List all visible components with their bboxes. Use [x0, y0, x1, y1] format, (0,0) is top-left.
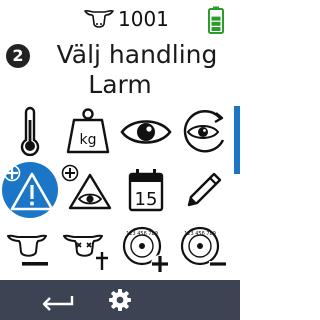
scrollbar[interactable]: [234, 106, 240, 174]
cow-head-icon: [84, 9, 114, 28]
action-grid: kg 15 123 456 789 123 456 789: [0, 104, 236, 280]
settings-button[interactable]: [104, 284, 136, 316]
battery-segment: [211, 21, 221, 26]
animal-id: 1001: [118, 7, 169, 31]
calendar-icon: 15: [128, 169, 164, 212]
gear-icon: [109, 289, 131, 311]
calendar-day-label: 15: [135, 189, 158, 210]
eye-warning-add-icon: [61, 164, 112, 210]
cow-deceased-icon: [63, 234, 108, 270]
eye-refresh-icon: [183, 110, 225, 153]
weight-kg-label: kg: [80, 132, 97, 148]
page-header: 2 Välj handling Larm: [0, 38, 240, 102]
battery-icon: [208, 6, 224, 34]
action-weight[interactable]: kg: [60, 104, 116, 160]
action-remove-animal[interactable]: [2, 222, 58, 278]
action-observe-alarm[interactable]: [60, 162, 116, 218]
tag-remove-icon: 123 456 789: [180, 226, 227, 267]
pencil-icon: [187, 172, 222, 207]
status-bar: 1001: [0, 0, 240, 36]
alarm-warning-add-icon: [3, 164, 54, 211]
action-edit[interactable]: [176, 162, 232, 218]
tag-add-number: 123 456 789: [126, 231, 158, 237]
cow-remove-icon: [7, 234, 48, 266]
tag-add-icon: 123 456 789: [122, 226, 169, 273]
action-remove-tag[interactable]: 123 456 789: [176, 222, 232, 278]
action-thermometer[interactable]: [2, 104, 58, 160]
step-number-badge: 2: [6, 44, 30, 68]
thermometer-icon: [20, 106, 40, 157]
eye-icon: [120, 120, 172, 144]
back-button[interactable]: [36, 284, 80, 316]
action-deceased-animal[interactable]: [60, 222, 116, 278]
action-alarm[interactable]: [2, 162, 58, 218]
action-observe[interactable]: [118, 104, 174, 160]
page-subtitle: Larm: [88, 70, 152, 99]
weight-kg-icon: kg: [66, 108, 110, 154]
battery-segment: [211, 16, 221, 21]
action-calendar[interactable]: 15: [118, 162, 174, 218]
bottom-bar: [0, 280, 240, 320]
action-add-tag[interactable]: 123 456 789: [118, 222, 174, 278]
action-re-observe[interactable]: [176, 104, 232, 160]
tag-remove-number: 123 456 789: [184, 231, 216, 237]
page-title: Välj handling: [56, 40, 218, 69]
battery-segment: [211, 27, 221, 31]
back-arrow-icon: [42, 296, 74, 311]
